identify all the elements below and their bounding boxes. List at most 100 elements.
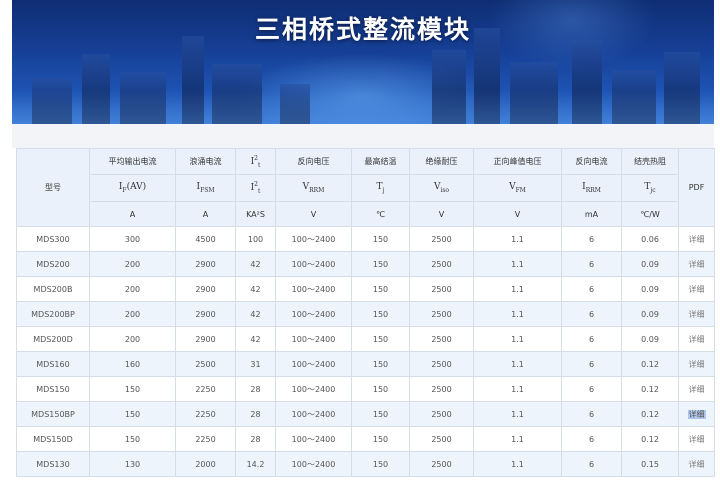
value-cell: 150 bbox=[89, 401, 176, 427]
col-symbol-header: VRRM bbox=[275, 174, 352, 202]
pdf-detail-link[interactable]: 详细 bbox=[689, 460, 705, 469]
col-name-header: 最高结温 bbox=[351, 148, 410, 175]
pdf-detail-link[interactable]: 详细 bbox=[689, 235, 705, 244]
value-cell: 0.15 bbox=[621, 451, 679, 477]
col-symbol: IFSM bbox=[196, 182, 215, 194]
col-unit-header: ℃ bbox=[351, 201, 410, 227]
col-symbol: Tj bbox=[376, 182, 385, 194]
value-cell: 160 bbox=[89, 351, 176, 377]
value-cell: 2250 bbox=[175, 426, 236, 452]
col-name-header: 正向峰值电压 bbox=[473, 148, 562, 175]
col-symbol: IF(AV) bbox=[118, 182, 147, 194]
value-cell: 0.12 bbox=[621, 376, 679, 402]
value-cell: 200 bbox=[89, 251, 176, 277]
value-cell: 150 bbox=[351, 301, 410, 327]
value-cell: 100～2400 bbox=[275, 251, 352, 277]
col-symbol-sub: FSM bbox=[200, 186, 215, 194]
value-cell: 1.1 bbox=[473, 226, 562, 252]
pdf-detail-link[interactable]: 详细 bbox=[689, 335, 705, 344]
col-name-header: 绝缘耐压 bbox=[409, 148, 474, 175]
value-cell: 28 bbox=[235, 426, 276, 452]
value-cell: 100～2400 bbox=[275, 226, 352, 252]
col-symbol-sub: jc bbox=[650, 186, 656, 194]
value-cell: 1.1 bbox=[473, 376, 562, 402]
value-cell: 200 bbox=[89, 301, 176, 327]
pdf-detail-link[interactable]: 详细 bbox=[689, 285, 705, 294]
value-cell: 6 bbox=[561, 376, 622, 402]
value-cell: 150 bbox=[351, 226, 410, 252]
col-symbol-sub: RRM bbox=[585, 186, 601, 194]
value-cell: 150 bbox=[351, 401, 410, 427]
value-cell: 2900 bbox=[175, 276, 236, 302]
value-cell: 42 bbox=[235, 276, 276, 302]
value-cell: 6 bbox=[561, 276, 622, 302]
col-unit-header: A bbox=[89, 201, 176, 227]
pdf-cell: 详细 bbox=[678, 326, 715, 352]
value-cell: 150 bbox=[351, 376, 410, 402]
table-row: MDS150BP 150 2250 28 100～2400 150 2500 1.1 6 0.12… bbox=[16, 401, 715, 427]
col-name-header: 平均输出电流 bbox=[89, 148, 176, 175]
table-row: MDS160 160 2500 31 100～2400 150 2500 1.1 6 0.12 详细 bbox=[16, 351, 715, 377]
pdf-detail-link[interactable]: 详细 bbox=[689, 360, 705, 369]
value-cell: 100～2400 bbox=[275, 326, 352, 352]
value-cell: 4500 bbox=[175, 226, 236, 252]
table-row: MDS200B 200 2900 42 100～2400 150 2500 1.1 6 0.09 详… bbox=[16, 276, 715, 302]
value-cell: 2500 bbox=[409, 226, 474, 252]
pdf-cell: 详细 bbox=[678, 401, 715, 427]
value-cell: 0.09 bbox=[621, 251, 679, 277]
pdf-detail-link[interactable]: 详细 bbox=[687, 409, 706, 419]
col-unit-header: A bbox=[175, 201, 236, 227]
col-symbol: VRRM bbox=[302, 182, 325, 194]
value-cell: 1.1 bbox=[473, 276, 562, 302]
pdf-cell: 详细 bbox=[678, 451, 715, 477]
col-model-header: 型号 bbox=[16, 148, 90, 227]
value-cell: 6 bbox=[561, 326, 622, 352]
value-cell: 1.1 bbox=[473, 301, 562, 327]
value-cell: 150 bbox=[351, 351, 410, 377]
table-row: MDS300 300 4500 100 100～2400 150 2500 1.1 6 0.06 详… bbox=[16, 226, 715, 252]
value-cell: 42 bbox=[235, 326, 276, 352]
pdf-cell: 详细 bbox=[678, 426, 715, 452]
page-title: 三相桥式整流模块 bbox=[254, 15, 471, 44]
value-cell: 150 bbox=[89, 376, 176, 402]
value-cell: 0.09 bbox=[621, 276, 679, 302]
col-symbol-sub: RRM bbox=[309, 186, 325, 194]
value-cell: 150 bbox=[351, 451, 410, 477]
pdf-detail-link[interactable]: 详细 bbox=[689, 260, 705, 269]
col-name-sub: t bbox=[257, 161, 261, 169]
value-cell: 100～2400 bbox=[275, 451, 352, 477]
value-cell: 1.1 bbox=[473, 326, 562, 352]
col-symbol: I2t bbox=[250, 181, 261, 195]
pdf-detail-link[interactable]: 详细 bbox=[689, 310, 705, 319]
value-cell: 2500 bbox=[409, 451, 474, 477]
value-cell: 2900 bbox=[175, 251, 236, 277]
table-row: MDS130 130 2000 14.2 100～2400 150 2500 1.1 6 0.15… bbox=[16, 451, 715, 477]
model-cell: MDS200B bbox=[16, 276, 90, 302]
table-row: MDS150 150 2250 28 100～2400 150 2500 1.1 6 0.12 详细 bbox=[16, 376, 715, 402]
table-header: 型号 平均输出电流 浪涌电流 I2t 反向电压 最高结温 绝缘耐压 正向峰值电压 反向电流 结壳… bbox=[16, 148, 715, 227]
model-cell: MDS150D bbox=[16, 426, 90, 452]
value-cell: 6 bbox=[561, 351, 622, 377]
value-cell: 0.12 bbox=[621, 351, 679, 377]
value-cell: 2250 bbox=[175, 401, 236, 427]
col-symbol-header: I2t bbox=[235, 174, 276, 202]
col-name-header: 结壳热阻 bbox=[621, 148, 679, 175]
value-cell: 2500 bbox=[409, 351, 474, 377]
value-cell: 100～2400 bbox=[275, 276, 352, 302]
value-cell: 0.09 bbox=[621, 326, 679, 352]
pdf-detail-link[interactable]: 详细 bbox=[689, 435, 705, 444]
pdf-detail-link[interactable]: 详细 bbox=[689, 385, 705, 394]
value-cell: 1.1 bbox=[473, 401, 562, 427]
col-symbol-header: Viso bbox=[409, 174, 474, 202]
col-symbol-sub: j bbox=[382, 186, 385, 194]
col-name-header: 浪涌电流 bbox=[175, 148, 236, 175]
pdf-cell: 详细 bbox=[678, 226, 715, 252]
col-unit-header: V bbox=[409, 201, 474, 227]
value-cell: 200 bbox=[89, 326, 176, 352]
hero-banner: 三相桥式整流模块 bbox=[12, 0, 714, 124]
value-cell: 150 bbox=[351, 426, 410, 452]
col-symbol-header: IFSM bbox=[175, 174, 236, 202]
col-name-symbol: I2t bbox=[250, 154, 261, 169]
col-symbol-header: Tjc bbox=[621, 174, 679, 202]
pdf-cell: 详细 bbox=[678, 351, 715, 377]
